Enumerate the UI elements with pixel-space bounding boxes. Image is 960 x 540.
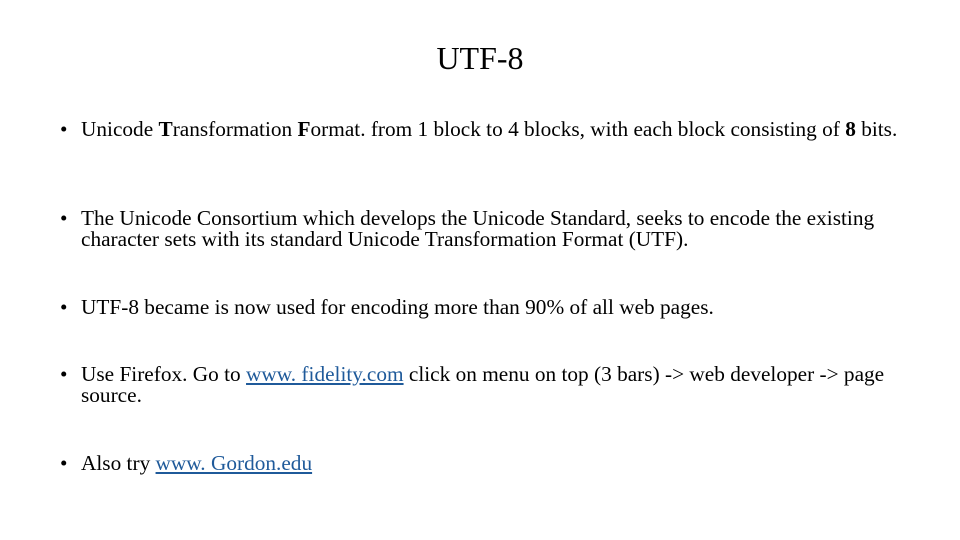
bullet-text: The Unicode Consortium which develops th… — [81, 206, 875, 251]
gordon-link[interactable]: www. Gordon.edu — [156, 451, 313, 475]
bullet-icon: • — [60, 451, 68, 475]
bullet-unicode-consortium: • The Unicode Consortium which develops … — [60, 206, 920, 251]
bullet-text: UTF-8 became is now used for encoding mo… — [81, 295, 714, 319]
bullet-icon: • — [60, 295, 68, 319]
fidelity-link[interactable]: www. fidelity.com — [246, 362, 404, 386]
bullet-firefox-instructions: • Use Firefox. Go to www. fidelity.com c… — [60, 362, 920, 407]
bullet-text: Unicode Transformation Format. from 1 bl… — [81, 117, 898, 141]
bullet-icon: • — [60, 117, 68, 141]
bullet-icon: • — [60, 362, 68, 386]
bullet-text: Also try www. Gordon.edu — [81, 451, 313, 475]
bullet-icon: • — [60, 206, 68, 230]
bullet-text: Use Firefox. Go to www. fidelity.com cli… — [81, 362, 885, 407]
slide-title: UTF-8 — [436, 40, 524, 76]
bullet-gordon: • Also try www. Gordon.edu — [60, 451, 920, 475]
bullet-utf8-usage: • UTF-8 became is now used for encoding … — [60, 295, 920, 319]
bullet-utf-definition: • Unicode Transformation Format. from 1 … — [60, 117, 920, 141]
